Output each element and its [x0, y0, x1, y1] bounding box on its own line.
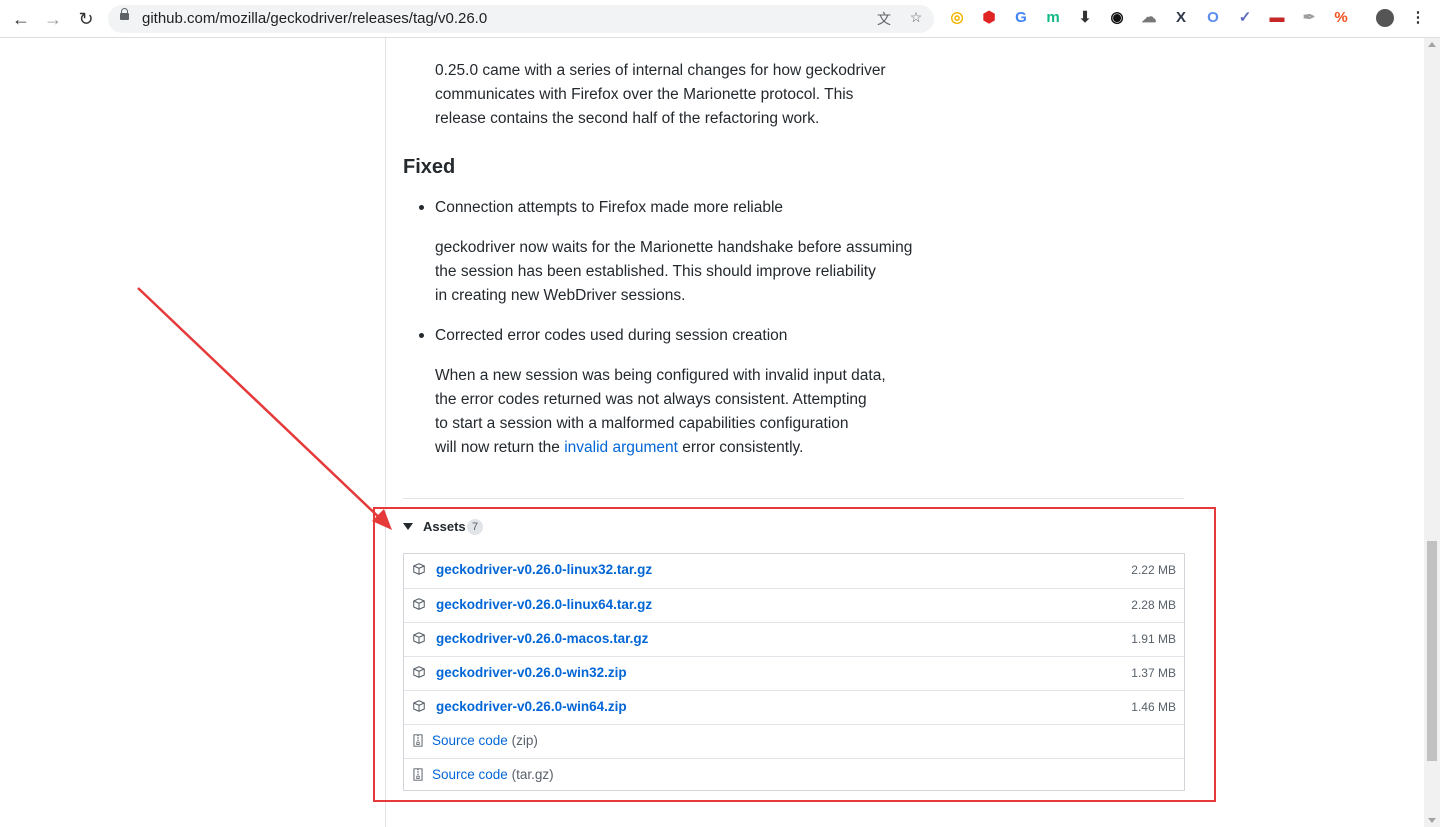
fixed-heading: Fixed [403, 156, 456, 178]
body-text: error consistently. [677, 439, 804, 456]
asset-row: geckodriver-v0.26.0-win32.zip 1.37 MB [404, 656, 1184, 690]
translate-icon[interactable]: 文 [874, 9, 894, 29]
chrome-ext-icon[interactable]: ◎ [947, 8, 967, 28]
x-ext-icon[interactable]: X [1171, 8, 1191, 28]
asset-link[interactable]: geckodriver-v0.26.0-win32.zip [436, 665, 627, 680]
asset-size: 1.37 MB [1131, 666, 1176, 680]
url-text[interactable]: github.com/mozilla/geckodriver/releases/… [142, 10, 487, 27]
page-content: 0.25.0 came with a series of internal ch… [0, 38, 1424, 827]
asset-row: geckodriver-v0.26.0-linux32.tar.gz 2.22 … [404, 554, 1184, 588]
asset-size: 2.28 MB [1131, 598, 1176, 612]
asset-link[interactable]: geckodriver-v0.26.0-linux32.tar.gz [436, 562, 652, 577]
body-text: will now return the [435, 439, 565, 456]
menu-kebab-icon[interactable]: ⋮ [1408, 8, 1428, 28]
refactor-para-line: release contains the second half of the … [435, 110, 820, 127]
fixed-item-body-line: When a new session was being configured … [435, 367, 886, 384]
asset-size: 1.46 MB [1131, 700, 1176, 714]
fixed-item-body-line: will now return the invalid argument err… [435, 436, 803, 460]
scroll-up-icon[interactable] [1428, 42, 1436, 47]
source-code-label[interactable]: Source code [432, 733, 508, 748]
source-ext-label[interactable]: (zip) [512, 733, 538, 748]
assets-list: geckodriver-v0.26.0-linux32.tar.gz 2.22 … [403, 553, 1185, 791]
assets-label: Assets [423, 519, 466, 534]
profile-avatar[interactable] [1376, 9, 1394, 27]
package-icon [413, 700, 425, 712]
browser-toolbar: ← → ↻ github.com/mozilla/geckodriver/rel… [0, 0, 1440, 38]
cloud-icon[interactable]: ☁ [1139, 8, 1159, 28]
invalid-argument-link[interactable]: invalid argument [564, 439, 678, 456]
address-bar[interactable]: github.com/mozilla/geckodriver/releases/… [108, 5, 934, 33]
fixed-item-title: Connection attempts to Firefox made more… [435, 199, 784, 216]
fixed-item-body-line: geckodriver now waits for the Marionette… [435, 239, 913, 256]
source-row: Source code (tar.gz) [404, 758, 1184, 792]
bookmark-star-icon[interactable]: ☆ [906, 9, 926, 26]
asset-size: 1.91 MB [1131, 632, 1176, 646]
asset-row: geckodriver-v0.26.0-macos.tar.gz 1.91 MB [404, 622, 1184, 656]
asset-link[interactable]: geckodriver-v0.26.0-win64.zip [436, 699, 627, 714]
m-ext-icon[interactable]: m [1043, 8, 1063, 28]
section-divider [403, 498, 1184, 499]
o-ext-icon[interactable]: O [1203, 8, 1223, 28]
forward-icon[interactable]: → [42, 8, 64, 30]
refactor-para-line: communicates with Firefox over the Mario… [435, 86, 854, 103]
scroll-down-icon[interactable] [1428, 818, 1436, 823]
fixed-item-body-line: in creating new WebDriver sessions. [435, 287, 686, 304]
source-row: Source code (zip) [404, 724, 1184, 758]
asset-row: geckodriver-v0.26.0-linux64.tar.gz 2.28 … [404, 588, 1184, 622]
assets-count-badge: 7 [467, 519, 483, 535]
source-code-label[interactable]: Source code [432, 767, 508, 782]
vertical-scrollbar[interactable] [1424, 38, 1440, 827]
source-ext-label[interactable]: (tar.gz) [512, 767, 554, 782]
bullet-icon [419, 333, 424, 338]
fixed-item-body-line: the error codes returned was not always … [435, 391, 867, 408]
eye-icon[interactable]: ◉ [1107, 8, 1127, 28]
scroll-thumb[interactable] [1427, 541, 1437, 761]
file-zip-icon [413, 768, 423, 781]
file-zip-icon [413, 734, 423, 747]
package-icon [413, 598, 425, 610]
download-icon[interactable]: ⬇ [1075, 8, 1095, 28]
asset-link[interactable]: geckodriver-v0.26.0-linux64.tar.gz [436, 597, 652, 612]
reload-icon[interactable]: ↻ [75, 8, 97, 30]
fixed-item-body-line: to start a session with a malformed capa… [435, 415, 849, 432]
package-icon [413, 563, 425, 575]
package-icon [413, 666, 425, 678]
back-icon[interactable]: ← [10, 8, 32, 30]
fixed-item-title: Corrected error codes used during sessio… [435, 327, 788, 344]
fixed-item-body-line: the session has been established. This s… [435, 263, 876, 280]
check-ext-icon[interactable]: ✓ [1235, 8, 1255, 28]
triangle-down-icon [403, 523, 413, 530]
content-divider [385, 38, 386, 827]
refactor-para-line: 0.25.0 came with a series of internal ch… [435, 62, 886, 79]
feather-ext-icon[interactable]: ✒ [1299, 8, 1319, 28]
asset-size: 2.22 MB [1131, 563, 1176, 577]
google-translate-icon[interactable]: G [1011, 8, 1031, 28]
asset-row: geckodriver-v0.26.0-win64.zip 1.46 MB [404, 690, 1184, 724]
package-icon [413, 632, 425, 644]
adblock-icon[interactable]: ⬢ [979, 8, 999, 28]
source-code-zip-link[interactable]: Source code (zip) [432, 733, 538, 748]
asset-link[interactable]: geckodriver-v0.26.0-macos.tar.gz [436, 631, 648, 646]
mask-ext-icon[interactable]: ▬ [1267, 8, 1287, 28]
percent-ext-icon[interactable]: % [1331, 8, 1351, 28]
lock-icon [120, 8, 129, 20]
source-code-targz-link[interactable]: Source code (tar.gz) [432, 767, 554, 782]
bullet-icon [419, 205, 424, 210]
